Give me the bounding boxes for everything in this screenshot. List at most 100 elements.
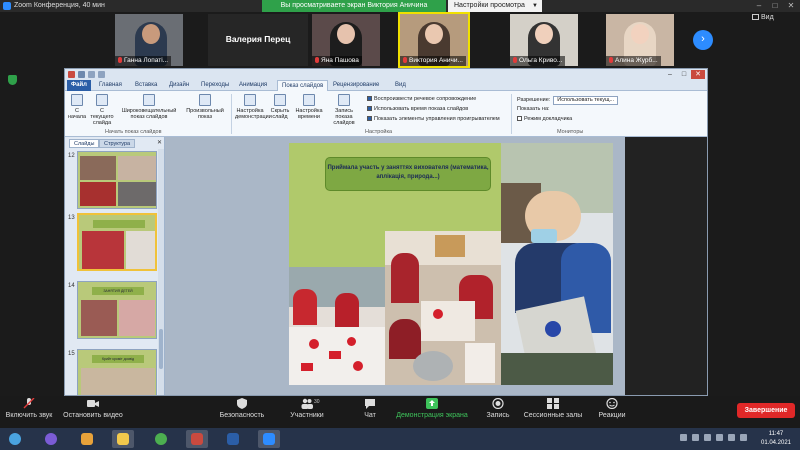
- show-media-controls-checkbox[interactable]: Показать элементы управления проигрывате…: [367, 116, 500, 123]
- tab-file[interactable]: Файл: [67, 80, 91, 91]
- participant-tile[interactable]: Алина Журб...: [606, 14, 674, 66]
- tab-view[interactable]: Вид: [391, 80, 410, 91]
- camera-icon: [87, 400, 99, 407]
- view-button[interactable]: Вид: [752, 12, 798, 24]
- participant-name: Виктория Аничи...: [409, 57, 463, 64]
- slides-pane: Слайды Структура ✕ 12 13 14 ЗАНЯТИЯ ДЕТЕ…: [65, 137, 165, 395]
- participant-tile[interactable]: Валерия Перец: [208, 14, 308, 66]
- close-icon[interactable]: ✕: [157, 139, 162, 146]
- next-page-button[interactable]: ›: [693, 30, 713, 50]
- show-on-select[interactable]: Показать на:: [517, 106, 550, 113]
- tab-review[interactable]: Рецензирование: [329, 80, 383, 91]
- tray-icon[interactable]: [692, 434, 699, 441]
- show-on-label: Показать на:: [517, 106, 550, 112]
- end-meeting-button[interactable]: Завершение: [737, 403, 795, 418]
- tab-home[interactable]: Главная: [95, 80, 126, 91]
- record-slideshow-button[interactable]: Запись показа слайдов: [327, 94, 361, 126]
- taskbar-clock[interactable]: 11:47 01.04.2021: [756, 430, 796, 448]
- tab-insert[interactable]: Вставка: [131, 80, 161, 91]
- thumbnail-title: ЗАНЯТИЯ ДЕТЕЙ: [92, 287, 144, 295]
- volume-icon[interactable]: [740, 434, 747, 441]
- minimize-icon[interactable]: –: [663, 70, 677, 79]
- taskbar-app[interactable]: [186, 430, 208, 448]
- from-current-label: С текущего слайда: [90, 108, 114, 126]
- use-timings-checkbox[interactable]: Использовать время показа слайдов: [367, 106, 468, 113]
- chat-button[interactable]: Чат: [356, 398, 384, 419]
- tab-transitions[interactable]: Переходы: [197, 80, 233, 91]
- slide-thumbnail-selected[interactable]: [77, 213, 157, 271]
- chat-label: Чат: [364, 412, 376, 419]
- taskbar-app[interactable]: [258, 430, 280, 448]
- tray-icon[interactable]: [704, 434, 711, 441]
- reactions-button[interactable]: Реакции: [594, 398, 630, 419]
- taskbar-app[interactable]: [76, 430, 98, 448]
- share-screen-button[interactable]: Демонстрация экрана: [394, 398, 470, 419]
- minimize-icon[interactable]: –: [752, 0, 766, 12]
- current-slide[interactable]: Приймала участь у заняттях вихователя (м…: [289, 143, 613, 385]
- start-button[interactable]: [4, 430, 26, 448]
- taskbar-app[interactable]: [222, 430, 244, 448]
- view-options-button[interactable]: Настройки просмотра ▼: [448, 0, 542, 12]
- resolution-select[interactable]: Разрешение: Использовать текущ...: [517, 96, 619, 105]
- slide-thumbnail[interactable]: Крийт кроміт досвід: [77, 349, 157, 395]
- breakout-rooms-button[interactable]: Сессионные залы: [520, 398, 586, 419]
- tab-design[interactable]: Дизайн: [165, 80, 193, 91]
- presenter-view-checkbox[interactable]: Режим докладчика: [517, 116, 572, 123]
- from-beginning-button[interactable]: С начала: [67, 94, 87, 126]
- tab-animation[interactable]: Анимация: [235, 80, 271, 91]
- tab-slides[interactable]: Слайды: [69, 139, 100, 148]
- participant-tile[interactable]: Ольга Криво...: [510, 14, 578, 66]
- hide-slide-button[interactable]: Скрыть слайд: [269, 94, 291, 126]
- security-button[interactable]: Безопасность: [214, 398, 270, 419]
- participants-button[interactable]: 30 Участники: [284, 398, 330, 419]
- setup-icon: [244, 94, 256, 106]
- participant-tile[interactable]: Ганна Лопаті...: [115, 14, 183, 66]
- undo-icon[interactable]: [88, 71, 95, 78]
- thumbnail-photo: [82, 231, 124, 269]
- rehearse-timings-button[interactable]: Настройка времени: [295, 94, 323, 126]
- slides-scrollbar[interactable]: [158, 149, 164, 395]
- record-button[interactable]: Запись: [482, 398, 514, 419]
- unmute-button[interactable]: Включить звук: [4, 398, 54, 419]
- ribbon-slide-show: С начала С текущего слайда Широковещател…: [65, 91, 707, 137]
- taskbar-app[interactable]: [150, 430, 172, 448]
- stop-video-label: Остановить видео: [63, 412, 123, 419]
- participant-tile[interactable]: Яна Пашова: [312, 14, 380, 66]
- thumbnail-photo: [81, 300, 117, 336]
- windows-icon: [9, 433, 21, 445]
- broadcast-slideshow-button[interactable]: Широковещательный показ слайдов: [119, 94, 179, 126]
- play-narrations-checkbox[interactable]: Воспроизвести речевое сопровождение: [367, 96, 476, 103]
- slide-thumbnail[interactable]: ЗАНЯТИЯ ДЕТЕЙ: [77, 281, 157, 339]
- save-icon[interactable]: [78, 71, 85, 78]
- slide-thumbnail[interactable]: [77, 151, 157, 209]
- participant-tile[interactable]: Виктория Аничи...: [398, 12, 470, 68]
- maximize-icon[interactable]: □: [768, 0, 782, 12]
- shield-icon[interactable]: [8, 75, 17, 85]
- tray-icon[interactable]: [716, 434, 723, 441]
- chevron-right-icon: ›: [701, 33, 705, 45]
- thumbnail-photo: [80, 156, 116, 180]
- from-beginning-label: С начала: [67, 108, 87, 120]
- network-icon[interactable]: [728, 434, 735, 441]
- mic-off-icon: [23, 398, 35, 409]
- from-current-slide-button[interactable]: С текущего слайда: [89, 94, 115, 126]
- redo-icon[interactable]: [98, 71, 105, 78]
- timer-icon: [303, 94, 315, 106]
- taskbar-app[interactable]: [40, 430, 62, 448]
- participant-name: Валерия Перец: [225, 34, 291, 44]
- close-icon[interactable]: ✕: [691, 70, 705, 79]
- tray-icon[interactable]: [680, 434, 687, 441]
- participant-name: Алина Журб...: [615, 57, 658, 64]
- maximize-icon[interactable]: □: [677, 70, 691, 79]
- clock-time: 11:47: [768, 431, 784, 437]
- taskbar-app[interactable]: [112, 430, 134, 448]
- stop-video-button[interactable]: Остановить видео: [60, 398, 126, 419]
- zoom-meeting-screen: Zoom Конференция, 40 мин Вы просматривае…: [0, 0, 800, 450]
- mic-muted-icon: [403, 57, 407, 64]
- tab-outline[interactable]: Структура: [99, 139, 136, 148]
- setup-show-button[interactable]: Настройка демонстрации: [235, 94, 272, 126]
- close-icon[interactable]: ✕: [784, 0, 798, 12]
- custom-show-button[interactable]: Произвольный показ: [183, 94, 227, 126]
- clock-date: 01.04.2021: [760, 440, 792, 446]
- tab-slide-show[interactable]: Показ слайдов: [277, 80, 329, 91]
